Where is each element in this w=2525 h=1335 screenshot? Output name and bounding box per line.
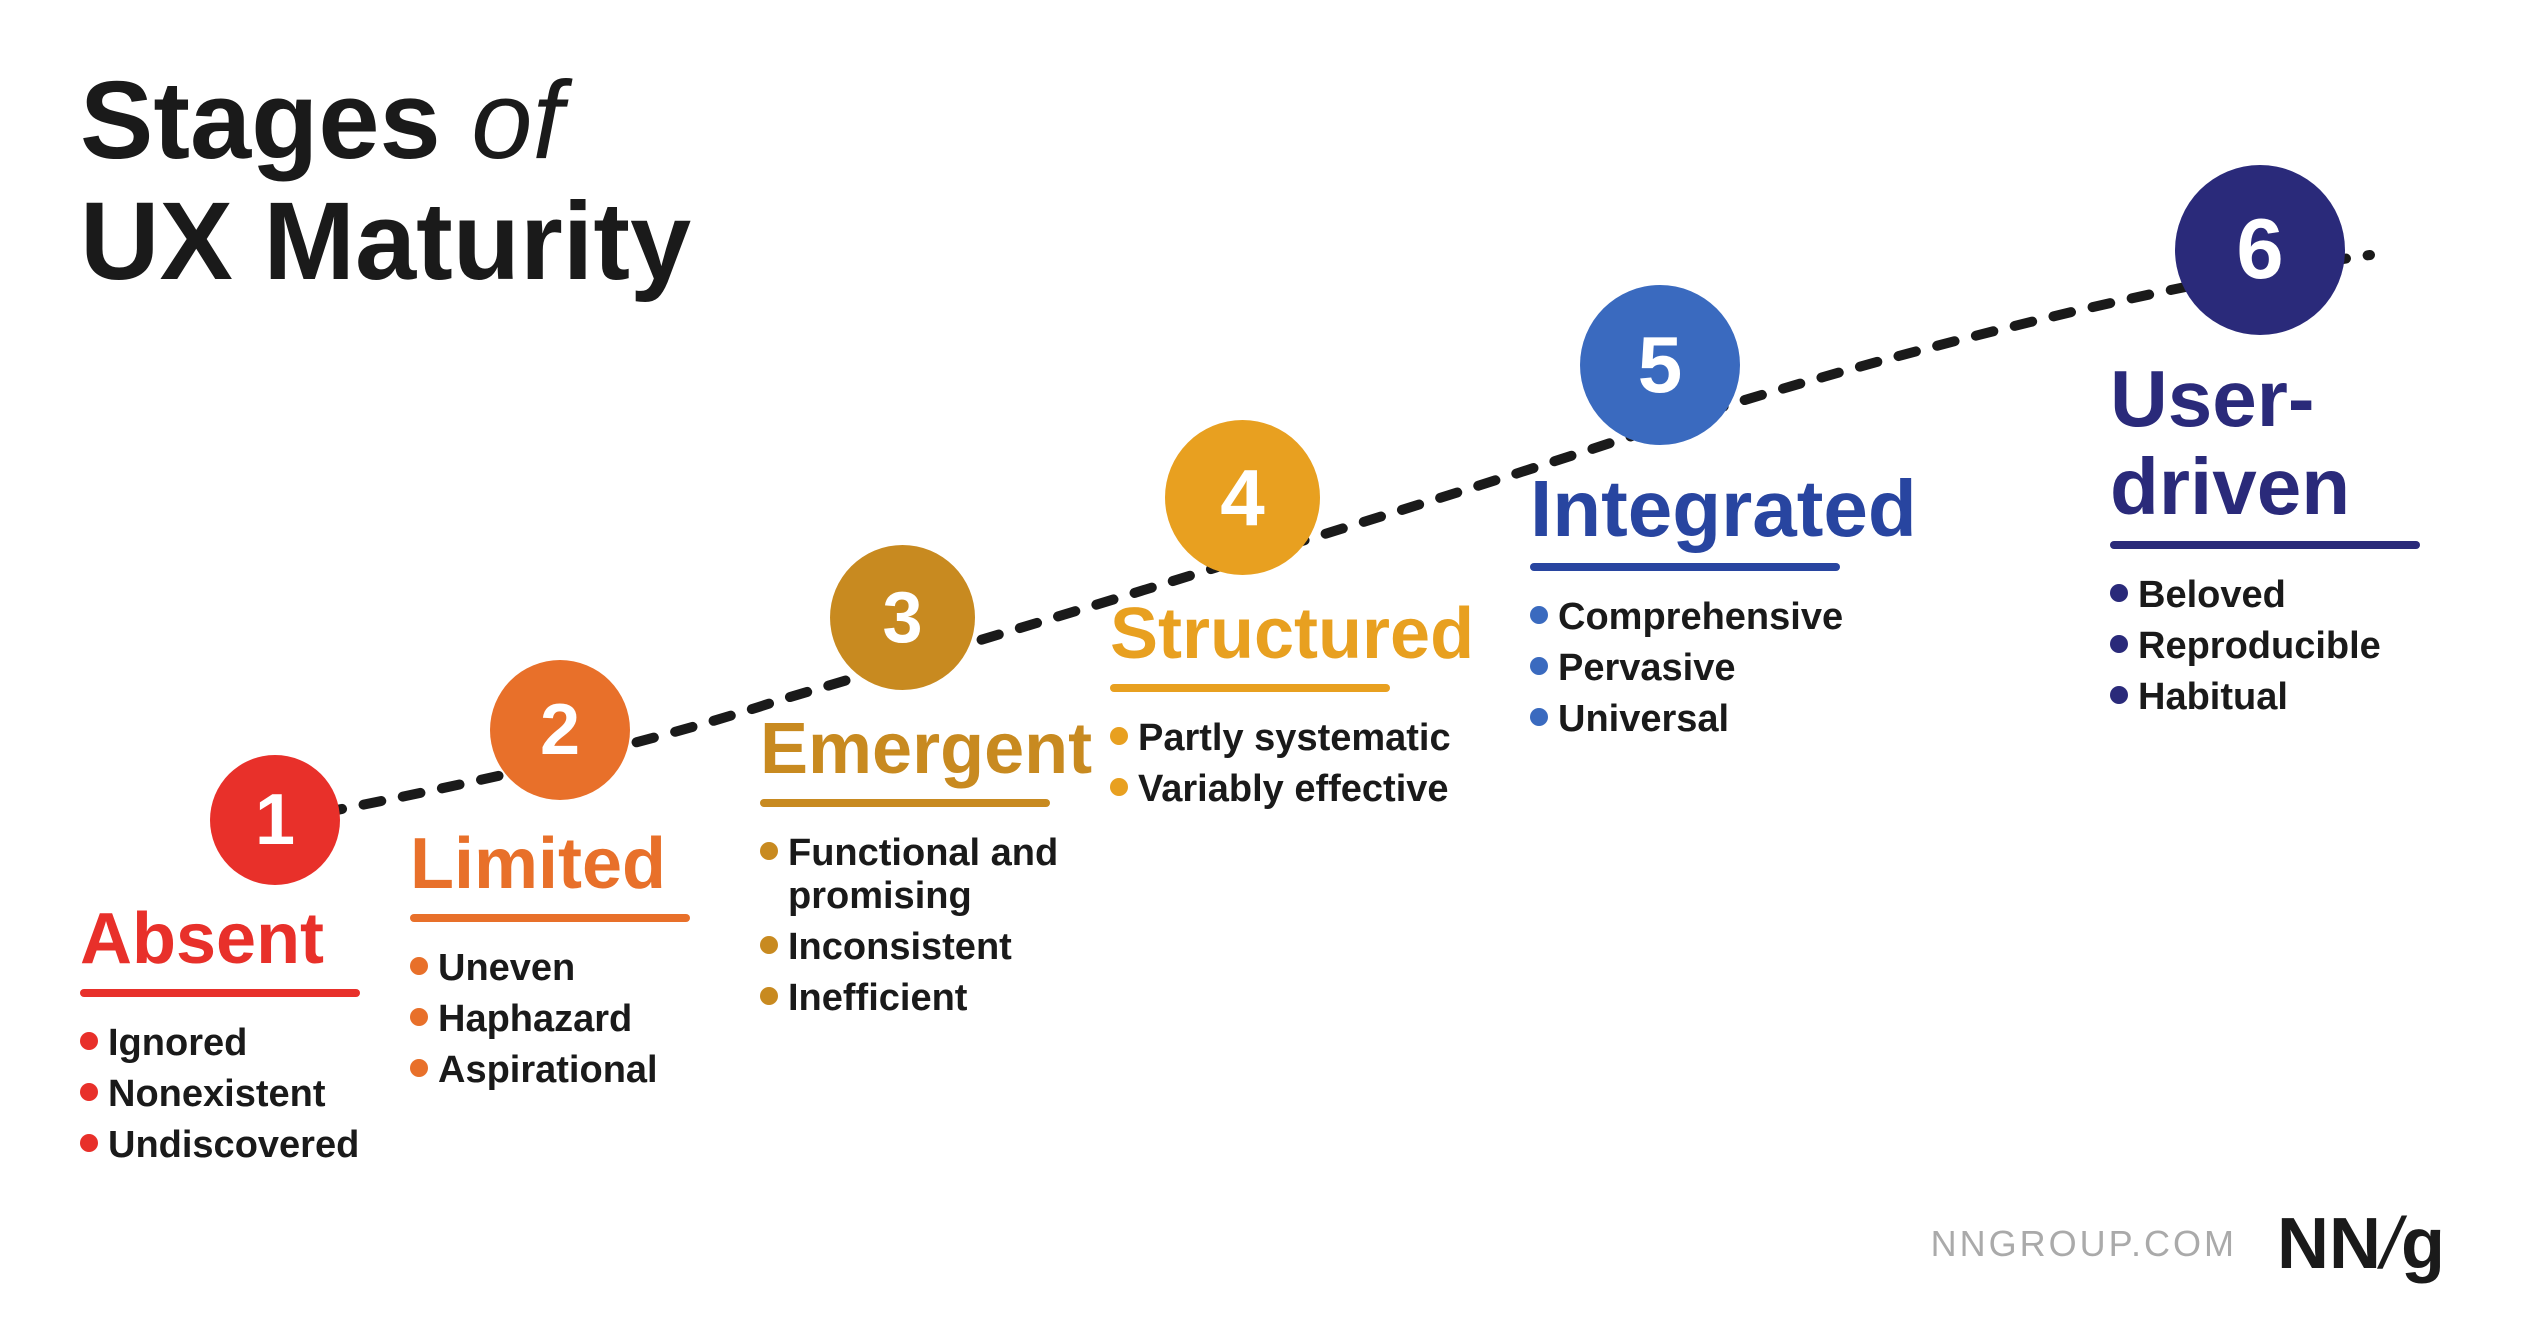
bullet-item: Uneven (410, 947, 690, 990)
bullet-dot (80, 1083, 98, 1101)
bullet-item: Universal (1530, 698, 1917, 741)
stage-2-bullets: Uneven Haphazard Aspirational (410, 947, 690, 1092)
stage-1-circle: 1 (210, 755, 340, 885)
stage-6-divider (2110, 541, 2420, 549)
stage-4-bullets: Partly systematic Variably effective (1110, 717, 1474, 811)
stage-4-name: Structured (1110, 595, 1474, 674)
stage-3-bullets: Functional and promising Inconsistent In… (760, 832, 1092, 1020)
stage-2-name: Limited (410, 825, 690, 904)
footer: NNGROUP.COM NN/g (1931, 1203, 2445, 1285)
bullet-dot (80, 1032, 98, 1050)
title-line2: UX Maturity (80, 181, 691, 302)
stage-1-block: Absent Ignored Nonexistent Undiscovered (80, 900, 360, 1175)
bullet-dot (2110, 686, 2128, 704)
bullet-dot (2110, 635, 2128, 653)
stage-3-name: Emergent (760, 710, 1092, 789)
stage-4-block: Structured Partly systematic Variably ef… (1110, 595, 1474, 819)
bullet-item: Inconsistent (760, 926, 1092, 969)
bullet-dot (1110, 778, 1128, 796)
bullet-item: Reproducible (2110, 625, 2525, 668)
footer-logo: NN/g (2277, 1203, 2445, 1285)
bullet-dot (1530, 657, 1548, 675)
stage-5-bullets: Comprehensive Pervasive Universal (1530, 596, 1917, 741)
bullet-item: Partly systematic (1110, 717, 1474, 760)
bullet-item: Ignored (80, 1022, 360, 1065)
bullet-item: Comprehensive (1530, 596, 1917, 639)
stage-2-divider (410, 914, 690, 922)
stage-1-divider (80, 989, 360, 997)
bullet-item: Beloved (2110, 574, 2525, 617)
bullet-item: Variably effective (1110, 768, 1474, 811)
stage-2-block: Limited Uneven Haphazard Aspirational (410, 825, 690, 1100)
stage-2-circle: 2 (490, 660, 630, 800)
bullet-dot (1110, 727, 1128, 745)
bullet-dot (410, 957, 428, 975)
footer-url: NNGROUP.COM (1931, 1223, 2237, 1265)
stage-6-name: User-driven (2110, 355, 2525, 531)
bullet-item: Habitual (2110, 676, 2525, 719)
title-section: Stages of UX Maturity (80, 60, 691, 302)
bullet-dot (760, 936, 778, 954)
stage-1-name: Absent (80, 900, 360, 979)
stage-5-divider (1530, 563, 1840, 571)
bullet-item: Haphazard (410, 998, 690, 1041)
bullet-dot (1530, 708, 1548, 726)
stage-3-divider (760, 799, 1050, 807)
bullet-item: Nonexistent (80, 1073, 360, 1116)
bullet-dot (760, 842, 778, 860)
bullet-item: Inefficient (760, 977, 1092, 1020)
bullet-dot (410, 1059, 428, 1077)
bullet-item: Undiscovered (80, 1124, 360, 1167)
stage-5-name: Integrated (1530, 465, 1917, 553)
stage-5-circle: 5 (1580, 285, 1740, 445)
stage-6-bullets: Beloved Reproducible Habitual (2110, 574, 2525, 719)
bullet-dot (410, 1008, 428, 1026)
stage-6-circle: 6 (2175, 165, 2345, 335)
stage-1-bullets: Ignored Nonexistent Undiscovered (80, 1022, 360, 1167)
stage-4-divider (1110, 684, 1390, 692)
title-line1: Stages of (80, 60, 691, 181)
stage-6-block: User-driven Beloved Reproducible Habitua… (2110, 355, 2525, 727)
bullet-dot (2110, 584, 2128, 602)
bullet-dot (1530, 606, 1548, 624)
stage-3-block: Emergent Functional and promising Incons… (760, 710, 1092, 1028)
bullet-item: Functional and promising (760, 832, 1060, 918)
bullet-dot (80, 1134, 98, 1152)
stage-4-circle: 4 (1165, 420, 1320, 575)
bullet-dot (760, 987, 778, 1005)
bullet-item: Aspirational (410, 1049, 690, 1092)
bullet-item: Pervasive (1530, 647, 1917, 690)
stage-5-block: Integrated Comprehensive Pervasive Unive… (1530, 465, 1917, 749)
stage-3-circle: 3 (830, 545, 975, 690)
